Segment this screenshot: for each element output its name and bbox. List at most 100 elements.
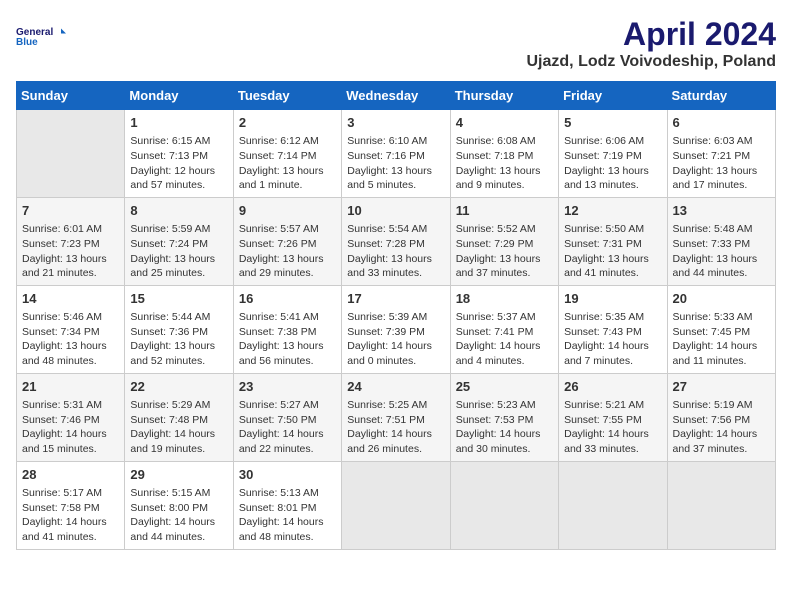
day-number: 25 (456, 378, 553, 396)
calendar-cell: 30Sunrise: 5:13 AM Sunset: 8:01 PM Dayli… (233, 461, 341, 549)
day-info: Sunrise: 5:23 AM Sunset: 7:53 PM Dayligh… (456, 398, 553, 457)
calendar-cell: 18 Sunrise: 5:37 AM Sunset: 7:41 PM Dayli… (450, 285, 558, 373)
day-number: 16 (239, 290, 336, 308)
calendar-cell: 12 Sunrise: 5:50 AM Sunset: 7:31 PM Dayli… (559, 197, 667, 285)
calendar-cell: 16 Sunrise: 5:41 AM Sunset: 7:38 PM Dayli… (233, 285, 341, 373)
col-header-tuesday: Tuesday (233, 82, 341, 110)
calendar-cell: 27 Sunrise: 5:19 AM Sunset: 7:56 PM Dayli… (667, 373, 775, 461)
calendar-cell: 22Sunrise: 5:29 AM Sunset: 7:48 PM Dayli… (125, 373, 233, 461)
day-info: Sunrise: 5:37 AM Sunset: 7:41 PM Dayligh… (456, 310, 553, 369)
day-number: 28 (22, 466, 119, 484)
day-number: 27 (673, 378, 770, 396)
calendar-cell: 21 Sunrise: 5:31 AM Sunset: 7:46 PM Dayli… (17, 373, 125, 461)
day-info: Sunrise: 5:41 AM Sunset: 7:38 PM Dayligh… (239, 310, 336, 369)
day-number: 18 (456, 290, 553, 308)
calendar-cell: 7 Sunrise: 6:01 AM Sunset: 7:23 PM Daylig… (17, 197, 125, 285)
day-number: 23 (239, 378, 336, 396)
week-row-1: 1Sunrise: 6:15 AM Sunset: 7:13 PM Daylig… (17, 110, 776, 198)
main-title: April 2024 (527, 16, 777, 53)
week-row-5: 28 Sunrise: 5:17 AM Sunset: 7:58 PM Dayli… (17, 461, 776, 549)
day-number: 21 (22, 378, 119, 396)
day-number: 26 (564, 378, 661, 396)
col-header-wednesday: Wednesday (342, 82, 450, 110)
calendar-cell: 9Sunrise: 5:57 AM Sunset: 7:26 PM Daylig… (233, 197, 341, 285)
day-number: 29 (130, 466, 227, 484)
day-info: Sunrise: 5:44 AM Sunset: 7:36 PM Dayligh… (130, 310, 227, 369)
svg-text:Blue: Blue (16, 37, 38, 48)
calendar-cell: 11 Sunrise: 5:52 AM Sunset: 7:29 PM Dayli… (450, 197, 558, 285)
day-info: Sunrise: 5:57 AM Sunset: 7:26 PM Dayligh… (239, 222, 336, 281)
day-number: 12 (564, 202, 661, 220)
day-info: Sunrise: 5:19 AM Sunset: 7:56 PM Dayligh… (673, 398, 770, 457)
calendar-cell (559, 461, 667, 549)
calendar-cell: 28 Sunrise: 5:17 AM Sunset: 7:58 PM Dayli… (17, 461, 125, 549)
day-info: Sunrise: 5:33 AM Sunset: 7:45 PM Dayligh… (673, 310, 770, 369)
calendar-cell: 20Sunrise: 5:33 AM Sunset: 7:45 PM Dayli… (667, 285, 775, 373)
calendar-cell: 5 Sunrise: 6:06 AM Sunset: 7:19 PM Daylig… (559, 110, 667, 198)
col-header-monday: Monday (125, 82, 233, 110)
day-info: Sunrise: 5:31 AM Sunset: 7:46 PM Dayligh… (22, 398, 119, 457)
calendar-cell: 8Sunrise: 5:59 AM Sunset: 7:24 PM Daylig… (125, 197, 233, 285)
col-header-saturday: Saturday (667, 82, 775, 110)
week-row-4: 21 Sunrise: 5:31 AM Sunset: 7:46 PM Dayli… (17, 373, 776, 461)
day-number: 24 (347, 378, 444, 396)
calendar-cell (17, 110, 125, 198)
calendar-cell (450, 461, 558, 549)
day-number: 14 (22, 290, 119, 308)
day-info: Sunrise: 5:54 AM Sunset: 7:28 PM Dayligh… (347, 222, 444, 281)
week-row-3: 14Sunrise: 5:46 AM Sunset: 7:34 PM Dayli… (17, 285, 776, 373)
day-info: Sunrise: 5:17 AM Sunset: 7:58 PM Dayligh… (22, 486, 119, 545)
day-number: 8 (130, 202, 227, 220)
day-number: 5 (564, 114, 661, 132)
day-info: Sunrise: 6:01 AM Sunset: 7:23 PM Dayligh… (22, 222, 119, 281)
day-info: Sunrise: 5:52 AM Sunset: 7:29 PM Dayligh… (456, 222, 553, 281)
calendar-cell: 17 Sunrise: 5:39 AM Sunset: 7:39 PM Dayli… (342, 285, 450, 373)
calendar-cell: 1Sunrise: 6:15 AM Sunset: 7:13 PM Daylig… (125, 110, 233, 198)
day-number: 19 (564, 290, 661, 308)
day-number: 2 (239, 114, 336, 132)
day-number: 17 (347, 290, 444, 308)
day-info: Sunrise: 6:12 AM Sunset: 7:14 PM Dayligh… (239, 134, 336, 193)
col-header-sunday: Sunday (17, 82, 125, 110)
calendar-cell: 25 Sunrise: 5:23 AM Sunset: 7:53 PM Dayli… (450, 373, 558, 461)
calendar-cell: 13 Sunrise: 5:48 AM Sunset: 7:33 PM Dayli… (667, 197, 775, 285)
day-info: Sunrise: 6:15 AM Sunset: 7:13 PM Dayligh… (130, 134, 227, 193)
calendar-cell: 14Sunrise: 5:46 AM Sunset: 7:34 PM Dayli… (17, 285, 125, 373)
logo: General Blue (16, 16, 66, 56)
logo-svg: General Blue (16, 16, 66, 56)
calendar-cell: 10 Sunrise: 5:54 AM Sunset: 7:28 PM Dayli… (342, 197, 450, 285)
col-header-friday: Friday (559, 82, 667, 110)
calendar-cell: 3 Sunrise: 6:10 AM Sunset: 7:16 PM Daylig… (342, 110, 450, 198)
day-number: 30 (239, 466, 336, 484)
calendar-cell (342, 461, 450, 549)
calendar-cell (667, 461, 775, 549)
subtitle: Ujazd, Lodz Voivodeship, Poland (527, 53, 777, 71)
calendar-header-row: SundayMondayTuesdayWednesdayThursdayFrid… (17, 82, 776, 110)
calendar-cell: 26Sunrise: 5:21 AM Sunset: 7:55 PM Dayli… (559, 373, 667, 461)
calendar-cell: 2 Sunrise: 6:12 AM Sunset: 7:14 PM Daylig… (233, 110, 341, 198)
calendar-cell: 23 Sunrise: 5:27 AM Sunset: 7:50 PM Dayli… (233, 373, 341, 461)
day-info: Sunrise: 6:03 AM Sunset: 7:21 PM Dayligh… (673, 134, 770, 193)
day-number: 11 (456, 202, 553, 220)
day-info: Sunrise: 5:15 AM Sunset: 8:00 PM Dayligh… (130, 486, 227, 545)
day-info: Sunrise: 6:10 AM Sunset: 7:16 PM Dayligh… (347, 134, 444, 193)
title-block: April 2024 Ujazd, Lodz Voivodeship, Pola… (527, 16, 777, 71)
day-info: Sunrise: 6:08 AM Sunset: 7:18 PM Dayligh… (456, 134, 553, 193)
day-info: Sunrise: 5:35 AM Sunset: 7:43 PM Dayligh… (564, 310, 661, 369)
calendar-cell: 24Sunrise: 5:25 AM Sunset: 7:51 PM Dayli… (342, 373, 450, 461)
day-info: Sunrise: 5:27 AM Sunset: 7:50 PM Dayligh… (239, 398, 336, 457)
calendar-cell: 15 Sunrise: 5:44 AM Sunset: 7:36 PM Dayli… (125, 285, 233, 373)
day-info: Sunrise: 6:06 AM Sunset: 7:19 PM Dayligh… (564, 134, 661, 193)
day-info: Sunrise: 5:39 AM Sunset: 7:39 PM Dayligh… (347, 310, 444, 369)
day-info: Sunrise: 5:48 AM Sunset: 7:33 PM Dayligh… (673, 222, 770, 281)
day-number: 15 (130, 290, 227, 308)
day-info: Sunrise: 5:50 AM Sunset: 7:31 PM Dayligh… (564, 222, 661, 281)
day-number: 13 (673, 202, 770, 220)
day-number: 7 (22, 202, 119, 220)
day-number: 22 (130, 378, 227, 396)
calendar-cell: 29 Sunrise: 5:15 AM Sunset: 8:00 PM Dayli… (125, 461, 233, 549)
week-row-2: 7 Sunrise: 6:01 AM Sunset: 7:23 PM Daylig… (17, 197, 776, 285)
day-number: 3 (347, 114, 444, 132)
day-number: 10 (347, 202, 444, 220)
col-header-thursday: Thursday (450, 82, 558, 110)
